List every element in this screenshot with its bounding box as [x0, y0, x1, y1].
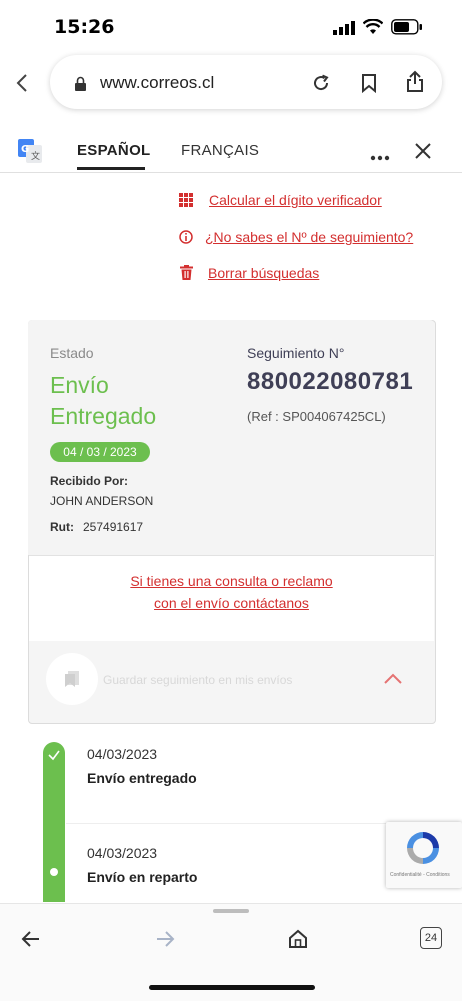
google-translate-icon[interactable]: G文: [18, 139, 42, 168]
contact-link[interactable]: Si tienes una consulta o reclamo con el …: [29, 570, 434, 614]
forward-arrow-icon[interactable]: [155, 930, 175, 953]
chevron-up-icon[interactable]: [383, 672, 403, 690]
drag-handle[interactable]: [213, 909, 249, 913]
status-time: 15:26: [54, 16, 115, 38]
home-indicator: [149, 985, 315, 990]
status-line-2: Entregado: [50, 403, 157, 429]
svg-text:文: 文: [31, 150, 40, 162]
grid-icon: [179, 193, 193, 212]
recipient-name: JOHN ANDERSON: [50, 494, 154, 508]
timeline-event-2: Envío en reparto: [87, 869, 198, 885]
date-badge: 04 / 03 / 2023: [50, 442, 150, 462]
svg-text:G: G: [21, 144, 29, 155]
contact-line-2[interactable]: con el envío contáctanos: [29, 592, 434, 614]
calc-digit-link[interactable]: Calcular el dígito verificador: [209, 192, 382, 208]
timeline-date-2: 04/03/2023: [87, 845, 158, 861]
check-icon: [47, 748, 61, 766]
tracking-number: 880022080781: [247, 368, 414, 395]
timeline-bar: [43, 742, 65, 902]
wifi-icon: [362, 18, 384, 40]
save-tracking-text: Guardar seguimiento en mis envíos: [103, 673, 293, 687]
tabs-count-button[interactable]: 24: [420, 927, 442, 949]
more-options-icon[interactable]: [370, 148, 390, 166]
timeline-event-1: Envío entregado: [87, 770, 197, 786]
tab-francais[interactable]: FRANÇAIS: [181, 142, 259, 159]
recibido-label: Recibido Por:: [50, 474, 129, 488]
signal-icon: [333, 21, 355, 40]
no-tracking-number-link[interactable]: ¿No sabes el Nº de seguimiento?: [205, 229, 413, 245]
timeline-date-1: 04/03/2023: [87, 746, 158, 762]
estado-label: Estado: [50, 345, 94, 361]
save-bookmark-icon: [63, 670, 81, 693]
status-line-1: Envío: [50, 372, 109, 398]
timeline-dot: [50, 868, 58, 876]
contact-line-1[interactable]: Si tienes una consulta o reclamo: [29, 570, 434, 592]
back-arrow-icon[interactable]: [21, 930, 41, 953]
recaptcha-text[interactable]: Confidentialité - Conditions: [390, 872, 450, 878]
lock-icon: [74, 76, 87, 97]
info-icon: [179, 230, 193, 249]
reload-icon[interactable]: [311, 73, 331, 98]
bookmark-icon[interactable]: [361, 73, 377, 98]
reference-code: (Ref : SP004067425CL): [247, 409, 386, 424]
divider: [0, 172, 462, 173]
clear-searches-link[interactable]: Borrar búsquedas: [208, 265, 319, 281]
trash-icon: [180, 265, 193, 285]
url-text[interactable]: www.correos.cl: [100, 73, 214, 93]
back-chevron-icon[interactable]: [15, 73, 29, 98]
home-icon[interactable]: [288, 929, 308, 954]
rut-label: Rut:: [50, 520, 74, 534]
tab-espanol[interactable]: ESPAÑOL: [77, 142, 151, 159]
recaptcha-icon: [403, 828, 443, 873]
battery-icon: [391, 19, 423, 40]
close-icon[interactable]: [414, 142, 432, 165]
rut-value: 257491617: [83, 520, 144, 534]
tab-active-underline: [77, 167, 145, 170]
seguimiento-label: Seguimiento N°: [247, 345, 345, 361]
share-icon[interactable]: [405, 70, 425, 99]
